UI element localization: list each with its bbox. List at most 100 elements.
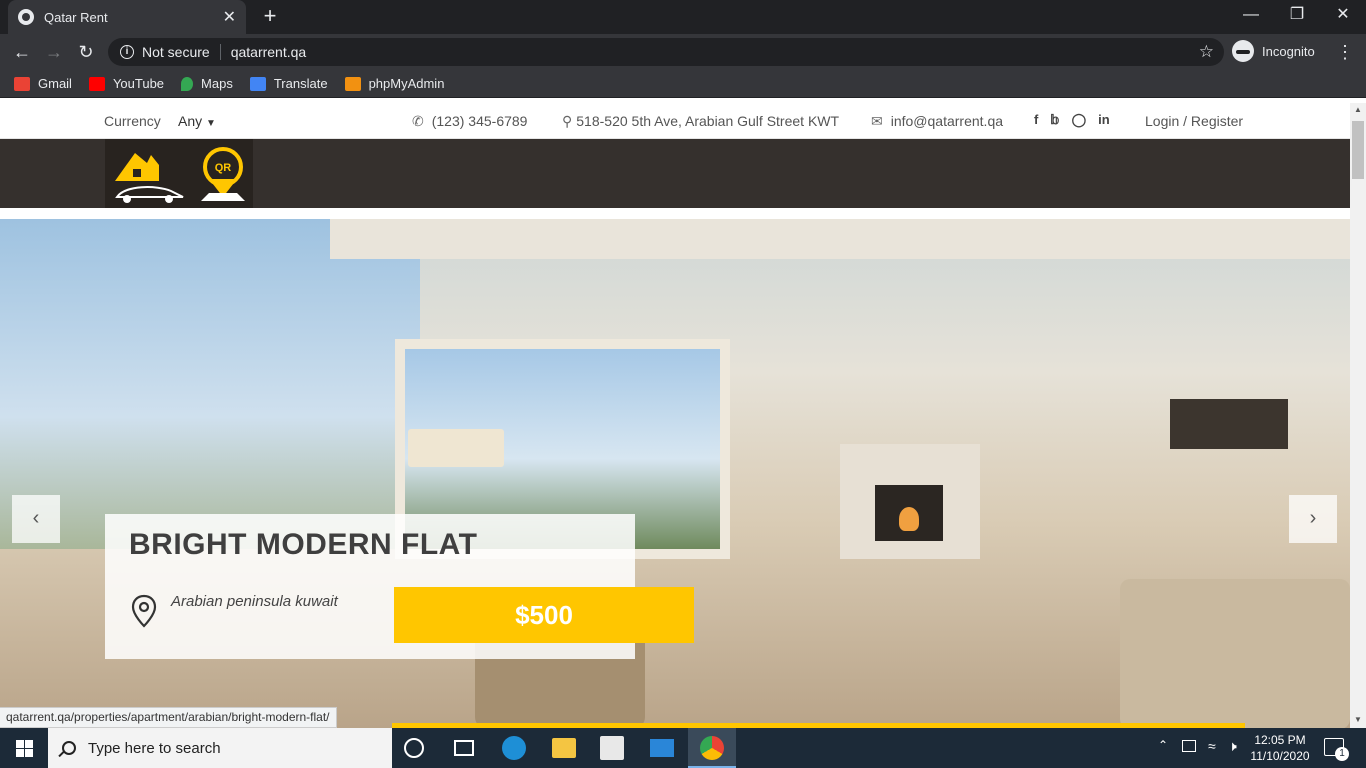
- new-tab-button[interactable]: +: [258, 4, 282, 28]
- hero-image-wall-art: [1170, 399, 1288, 449]
- property-price-button[interactable]: $500: [394, 587, 694, 643]
- clock-date: 11/10/2020: [1250, 749, 1310, 763]
- bookmark-label: YouTube: [112, 76, 165, 91]
- page-scrollbar[interactable]: ▲ ▼: [1350, 103, 1366, 728]
- task-view-icon[interactable]: [454, 740, 474, 756]
- envelope-icon: ✉: [871, 113, 883, 129]
- hero-image-sofa: [1120, 579, 1350, 728]
- bookmark-gmail[interactable]: Gmail: [14, 76, 72, 91]
- translate-icon: [249, 76, 266, 91]
- caret-down-icon: ▼: [206, 118, 216, 129]
- maps-icon: [181, 76, 194, 91]
- scroll-up-icon[interactable]: ▲: [1353, 105, 1363, 114]
- youtube-icon: [88, 76, 105, 91]
- address-text: 518-520 5th Ave, Arabian Gulf Street KWT: [576, 113, 840, 129]
- slider-prev-button[interactable]: ‹: [12, 495, 60, 543]
- search-icon: [62, 741, 76, 755]
- windows-start-icon[interactable]: [0, 728, 48, 768]
- scroll-down-icon[interactable]: ▼: [1353, 715, 1363, 724]
- browser-titlebar: Qatar Rent ✕ + — ❐ ✕: [0, 0, 1366, 34]
- location-pin-icon: ⚲: [562, 113, 573, 129]
- bookmark-star-icon[interactable]: ☆: [1199, 42, 1214, 62]
- chrome-taskbar-button[interactable]: [688, 728, 736, 768]
- site-favicon-icon: [18, 9, 34, 25]
- phone-contact[interactable]: ✆ (123) 345-6789: [412, 113, 527, 130]
- property-title[interactable]: BRIGHT MODERN FLAT: [129, 528, 477, 562]
- taskbar-search-box[interactable]: Type here to search: [48, 728, 392, 768]
- volume-icon[interactable]: 🕨: [1228, 738, 1237, 768]
- restore-window-icon[interactable]: ❐: [1274, 0, 1320, 34]
- browser-menu-icon[interactable]: ⋮: [1336, 38, 1354, 66]
- link-status-url: qatarrent.qa/properties/apartment/arabia…: [0, 707, 337, 728]
- notifications-icon[interactable]: 1: [1324, 738, 1349, 761]
- hero-slider: ‹ › BRIGHT MODERN FLAT Arabian peninsula…: [0, 219, 1350, 728]
- site-info-icon[interactable]: i: [120, 45, 134, 59]
- incognito-profile-button[interactable]: Incognito: [1232, 40, 1315, 62]
- login-register-link[interactable]: Login / Register: [1145, 113, 1243, 129]
- bookmark-phpmyadmin[interactable]: phpMyAdmin: [344, 76, 445, 91]
- url-text[interactable]: qatarrent.qa: [231, 44, 307, 60]
- site-header: QR: [0, 139, 1350, 208]
- tab-close-icon[interactable]: ✕: [223, 7, 236, 27]
- bookmark-label: Gmail: [38, 76, 72, 91]
- back-arrow-icon[interactable]: ←: [8, 38, 36, 66]
- slider-next-button[interactable]: ›: [1289, 495, 1337, 543]
- close-window-icon[interactable]: ✕: [1320, 0, 1366, 34]
- edge-browser-icon[interactable]: [502, 736, 526, 760]
- gmail-icon: [14, 76, 30, 91]
- address-bar[interactable]: i Not secure qatarrent.qa ☆: [108, 38, 1224, 66]
- social-links: f 𝕓 ◯ in: [1034, 112, 1110, 128]
- security-status: Not secure: [142, 44, 210, 60]
- hero-image-ceiling: [330, 219, 1350, 259]
- chrome-icon: [700, 736, 724, 760]
- show-hidden-icons[interactable]: ⌃: [1158, 738, 1168, 768]
- windows-taskbar: Type here to search ⌃ ≈ 🕨 12:05 PM 11/10…: [0, 728, 1366, 768]
- phone-number: (123) 345-6789: [431, 113, 528, 129]
- system-clock[interactable]: 12:05 PM 11/10/2020: [1244, 732, 1316, 764]
- forward-arrow-icon[interactable]: →: [40, 38, 68, 66]
- bookmark-youtube[interactable]: YouTube: [88, 76, 165, 91]
- facebook-icon[interactable]: f: [1034, 112, 1038, 128]
- address-contact: ⚲ 518-520 5th Ave, Arabian Gulf Street KW…: [562, 113, 839, 130]
- incognito-icon: [1232, 40, 1254, 62]
- incognito-label: Incognito: [1262, 43, 1315, 59]
- map-pin-icon: [131, 594, 157, 628]
- hero-image-fire: [875, 485, 943, 541]
- site-logo[interactable]: QR: [105, 139, 253, 208]
- instagram-icon[interactable]: ◯: [1072, 112, 1087, 128]
- twitter-icon[interactable]: 𝕓: [1050, 112, 1059, 128]
- wifi-icon[interactable]: ≈: [1208, 738, 1216, 768]
- bookmark-label: Maps: [201, 76, 233, 91]
- qatar-rent-logo-icon: QR: [115, 147, 245, 203]
- battery-icon[interactable]: [1182, 740, 1196, 752]
- phpmyadmin-icon: [344, 76, 361, 91]
- currency-select[interactable]: Any ▼: [178, 113, 216, 129]
- notification-count: 1: [1335, 747, 1349, 761]
- bookmarks-bar: Gmail YouTube Maps Translate phpMyAdmin: [0, 70, 1366, 98]
- bookmark-label: phpMyAdmin: [368, 76, 445, 91]
- address-separator: [219, 44, 221, 60]
- scrollbar-thumb[interactable]: [1352, 121, 1364, 179]
- hero-image-lamp: [408, 429, 504, 467]
- site-topbar: Currency Any ▼ ✆ (123) 345-6789 ⚲ 518-520 …: [0, 103, 1350, 139]
- web-page: Currency Any ▼ ✆ (123) 345-6789 ⚲ 518-520 …: [0, 103, 1350, 728]
- linkedin-icon[interactable]: in: [1098, 112, 1110, 128]
- bookmark-translate[interactable]: Translate: [249, 76, 328, 91]
- minimize-window-icon[interactable]: —: [1228, 0, 1274, 34]
- mail-icon[interactable]: [650, 739, 674, 757]
- email-text: info@qatarrent.qa: [890, 113, 1004, 129]
- clock-time: 12:05 PM: [1254, 733, 1306, 747]
- browser-toolbar: ← → ↻ i Not secure qatarrent.qa ☆ Incogn…: [0, 34, 1366, 70]
- cortana-icon[interactable]: [404, 738, 424, 758]
- store-icon[interactable]: [600, 736, 624, 760]
- property-location: Arabian peninsula kuwait: [171, 593, 338, 610]
- reload-icon[interactable]: ↻: [72, 38, 100, 66]
- hero-image-window-left: [0, 219, 420, 549]
- file-explorer-icon[interactable]: [552, 738, 576, 758]
- browser-tab[interactable]: Qatar Rent ✕: [8, 0, 246, 34]
- tab-title: Qatar Rent: [44, 9, 108, 25]
- bookmark-maps[interactable]: Maps: [181, 76, 233, 91]
- currency-value: Any: [178, 113, 203, 129]
- currency-label: Currency: [104, 113, 161, 129]
- email-contact[interactable]: ✉ info@qatarrent.qa: [871, 113, 1003, 130]
